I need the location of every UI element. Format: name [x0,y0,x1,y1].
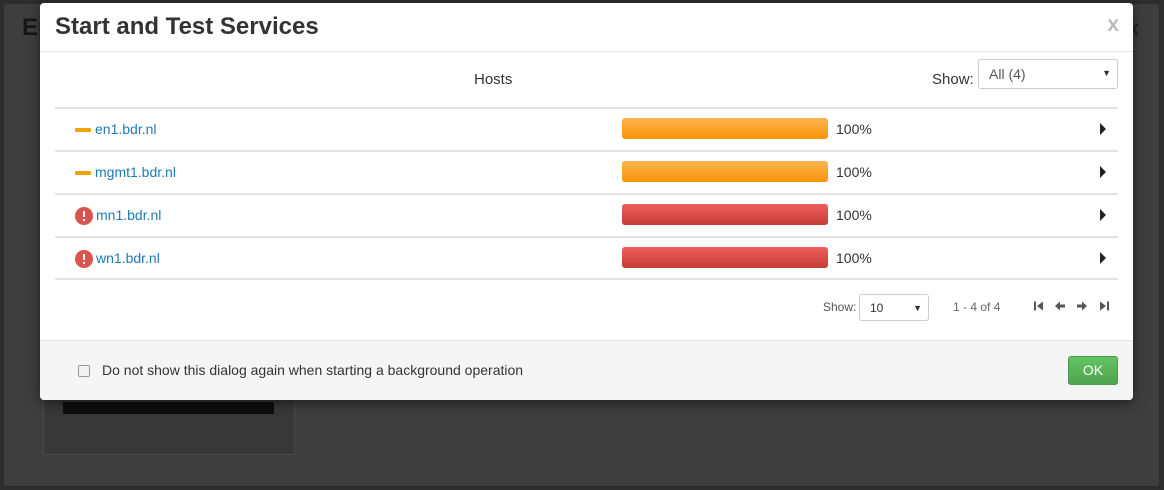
progress-label: 100% [836,164,872,180]
expand-arrow-icon[interactable] [1100,252,1106,264]
progress-fill [622,161,828,182]
page-size-value: 10 [870,301,884,315]
progress-bar [622,118,828,139]
table-row: mgmt1.bdr.nl 100% [55,150,1118,193]
hosts-table-header: Hosts Show: All (4) ▼ [55,59,1118,109]
progress-bar [622,204,828,225]
host-link[interactable]: mn1.bdr.nl [96,207,161,223]
table-row: en1.bdr.nl 100% [55,107,1118,150]
warning-status-icon [75,128,91,132]
table-row: mn1.bdr.nl 100% [55,193,1118,236]
dont-show-again-checkbox[interactable] [78,365,90,377]
filter-label: Show: [932,71,974,88]
expand-arrow-icon[interactable] [1100,209,1106,221]
host-filter-value: All (4) [989,66,1026,82]
host-filter-select[interactable]: All (4) ▼ [978,59,1118,89]
last-page-icon[interactable] [1098,300,1110,312]
progress-label: 100% [836,121,872,137]
hosts-column-header: Hosts [474,71,513,88]
background-bar [63,402,274,414]
progress-bar [622,247,828,268]
expand-arrow-icon[interactable] [1100,166,1106,178]
chevron-down-icon: ▼ [1102,68,1111,78]
first-page-icon[interactable] [1033,300,1045,312]
start-test-services-dialog: Start and Test Services x Hosts Show: Al… [40,3,1133,400]
next-page-icon[interactable] [1076,300,1088,312]
warning-status-icon [75,171,91,175]
chevron-down-icon: ▼ [913,303,922,313]
host-link[interactable]: wn1.bdr.nl [96,250,160,266]
host-link[interactable]: mgmt1.bdr.nl [95,164,176,180]
host-link[interactable]: en1.bdr.nl [95,121,157,137]
dialog-header: Start and Test Services x [40,3,1133,52]
page-size-select[interactable]: 10 ▼ [859,294,929,321]
progress-bar [622,161,828,182]
close-icon[interactable]: x [1107,13,1119,37]
progress-fill [622,204,828,225]
page-range: 1 - 4 of 4 [953,300,1001,314]
dont-show-again-label: Do not show this dialog again when start… [102,362,524,378]
table-row: wn1.bdr.nl 100% [55,236,1118,280]
dialog-footer: Do not show this dialog again when start… [40,340,1133,400]
dialog-title: Start and Test Services [55,13,319,40]
ok-button[interactable]: OK [1068,356,1118,385]
alert-status-icon [75,250,93,268]
pagination: Show: 10 ▼ 1 - 4 of 4 [55,293,1118,323]
hosts-table: en1.bdr.nl 100% mgmt1.bdr.nl 100% mn1.bd… [55,107,1118,280]
progress-label: 100% [836,250,872,266]
progress-fill [622,118,828,139]
page-size-label: Show: [823,300,857,314]
progress-fill [622,247,828,268]
prev-page-icon[interactable] [1054,300,1066,312]
alert-status-icon [75,207,93,225]
expand-arrow-icon[interactable] [1100,123,1106,135]
progress-label: 100% [836,207,872,223]
